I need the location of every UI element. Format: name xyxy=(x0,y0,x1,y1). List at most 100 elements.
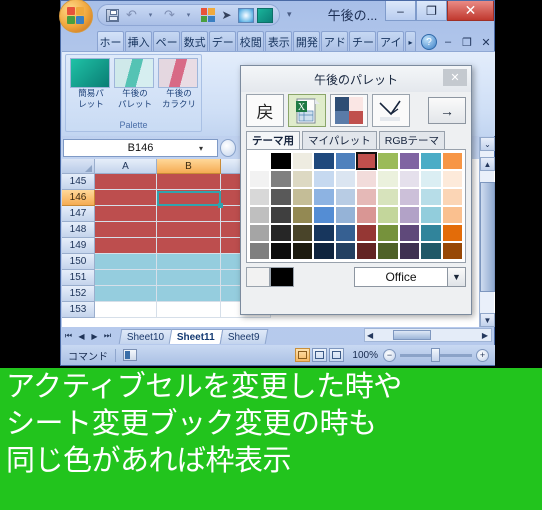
cell-a147[interactable] xyxy=(95,206,157,222)
footer-swatch-white[interactable] xyxy=(246,267,270,287)
chevron-down-icon[interactable]: ▼ xyxy=(447,268,465,286)
row-header-150[interactable]: 150 xyxy=(62,254,95,270)
select-all-corner[interactable] xyxy=(62,159,95,174)
palette-swatch-r2-c5[interactable] xyxy=(355,188,378,206)
cell-b152[interactable] xyxy=(157,286,221,302)
scroll-up-button[interactable]: ▲ xyxy=(480,157,495,171)
palette-swatch-r2-c1[interactable] xyxy=(270,188,292,206)
record-macro-icon[interactable] xyxy=(123,349,137,361)
palette-swatch-r5-c5[interactable] xyxy=(355,242,378,260)
zoom-slider-thumb[interactable] xyxy=(431,347,440,362)
minimize-button[interactable]: – xyxy=(385,1,416,21)
help-icon[interactable]: ? xyxy=(421,34,438,50)
last-sheet-button[interactable]: ⏭ xyxy=(101,329,114,343)
palette-swatch-r1-c2[interactable] xyxy=(291,170,314,188)
sheet-tab-sheet10[interactable]: Sheet10 xyxy=(118,328,173,344)
horizontal-scroll-thumb[interactable] xyxy=(393,330,432,340)
palette-swatch-r0-c8[interactable] xyxy=(420,152,442,170)
palette-swatch-r5-c8[interactable] xyxy=(420,242,442,260)
palette-swatch-r1-c6[interactable] xyxy=(377,170,399,188)
cell-a148[interactable] xyxy=(95,222,157,238)
cell-b145[interactable] xyxy=(157,174,221,190)
palette-swatch-r1-c7[interactable] xyxy=(398,170,421,188)
scroll-down-button[interactable]: ▼ xyxy=(480,313,495,327)
ribbon-tab-data[interactable]: デー xyxy=(209,31,237,52)
excel-sheet-icon-button[interactable]: X xyxy=(288,94,326,127)
dialog-forward-button[interactable]: → xyxy=(428,97,466,124)
dialog-tab-theme[interactable]: テーマ用 xyxy=(246,131,300,149)
vertical-scroll-thumb[interactable] xyxy=(480,182,495,292)
formula-bar-button[interactable] xyxy=(220,139,236,157)
palette-swatch-r2-c4[interactable] xyxy=(334,188,356,206)
name-box[interactable]: B146 ▾ xyxy=(63,139,218,157)
cell-a146[interactable] xyxy=(95,190,157,206)
zoom-out-button[interactable]: − xyxy=(383,348,396,362)
palette-swatch-r4-c6[interactable] xyxy=(377,224,399,242)
palette-swatch-r2-c2[interactable] xyxy=(291,188,314,206)
palette-swatch-r4-c2[interactable] xyxy=(291,224,314,242)
palette-swatch-r2-c7[interactable] xyxy=(398,188,421,206)
vertical-scrollbar[interactable]: ⌄ ▲ ▼ xyxy=(479,137,495,327)
palette-swatch-r0-c9[interactable] xyxy=(441,152,463,170)
cursor-arrow-icon[interactable]: ➤ xyxy=(218,7,235,24)
palette-swatch-r5-c3[interactable] xyxy=(313,242,335,260)
palette-swatch-r0-c7[interactable] xyxy=(398,152,421,170)
theme-color-palette[interactable] xyxy=(246,149,466,263)
row-header-146[interactable]: 146 xyxy=(62,190,95,206)
palette-grid-icon[interactable] xyxy=(199,7,216,24)
palette-swatch-r3-c4[interactable] xyxy=(334,206,356,224)
palette-swatch-r2-c0[interactable] xyxy=(249,188,271,206)
palette-swatch-r1-c0[interactable] xyxy=(249,170,271,188)
ribbon-tab-home[interactable]: ホー xyxy=(97,31,125,52)
color-quad-icon-button[interactable] xyxy=(330,94,368,127)
cell-a151[interactable] xyxy=(95,270,157,286)
palette-swatch-r3-c1[interactable] xyxy=(270,206,292,224)
first-sheet-button[interactable]: ⏮ xyxy=(62,329,75,343)
ribbon-tab-review[interactable]: 校閲 xyxy=(237,31,265,52)
palette-swatch-r5-c2[interactable] xyxy=(291,242,314,260)
next-sheet-button[interactable]: ▶ xyxy=(88,329,101,343)
palette-swatch-r0-c3[interactable] xyxy=(313,152,335,170)
palette-swatch-r4-c8[interactable] xyxy=(420,224,442,242)
palette-swatch-r0-c4[interactable] xyxy=(334,152,356,170)
page-break-view-button[interactable] xyxy=(329,348,345,362)
palette-swatch-r0-c0[interactable] xyxy=(249,152,271,170)
normal-view-button[interactable] xyxy=(295,348,311,362)
cell-b153[interactable] xyxy=(157,302,221,318)
palette-swatch-r5-c0[interactable] xyxy=(249,242,271,260)
palette-swatch-r0-c2[interactable] xyxy=(291,152,314,170)
palette-swatch-r5-c6[interactable] xyxy=(377,242,399,260)
undo-icon[interactable]: ↶ xyxy=(123,7,140,24)
palette-swatch-r3-c6[interactable] xyxy=(377,206,399,224)
palette-swatch-r1-c5[interactable] xyxy=(355,170,378,188)
ribbon-tab-developer[interactable]: 開発 xyxy=(293,31,321,52)
palette-swatch-r3-c5[interactable] xyxy=(355,206,378,224)
office-orb-button[interactable] xyxy=(59,0,93,33)
cell-a153[interactable] xyxy=(95,302,157,318)
row-header-145[interactable]: 145 xyxy=(62,174,95,190)
hscroll-left-button[interactable]: ◀ xyxy=(365,331,375,340)
palette-swatch-r4-c0[interactable] xyxy=(249,224,271,242)
palette-swatch-r0-c6[interactable] xyxy=(377,152,399,170)
teal-swatch-icon[interactable] xyxy=(256,7,273,24)
palette-swatch-r4-c3[interactable] xyxy=(313,224,335,242)
hscroll-right-button[interactable]: ▶ xyxy=(479,331,491,340)
ribbon-tab-view[interactable]: 表示 xyxy=(265,31,293,52)
check-mark-icon-button[interactable] xyxy=(372,94,410,127)
row-header-149[interactable]: 149 xyxy=(62,238,95,254)
dialog-tab-rgbtheme[interactable]: RGBテーマ xyxy=(378,131,446,149)
undo-dropdown-icon[interactable]: ▾ xyxy=(142,7,159,24)
ribbon-overflow-icon[interactable]: ▸ xyxy=(405,31,417,52)
dialog-close-button[interactable]: ✕ xyxy=(443,69,467,86)
cell-b149[interactable] xyxy=(157,238,221,254)
palette-swatch-r4-c7[interactable] xyxy=(398,224,421,242)
palette-button-gogo-karakuri[interactable]: 午後の カラクリ xyxy=(158,58,200,109)
palette-swatch-r4-c5[interactable] xyxy=(355,224,378,242)
palette-swatch-r1-c3[interactable] xyxy=(313,170,335,188)
row-header-147[interactable]: 147 xyxy=(62,206,95,222)
row-header-151[interactable]: 151 xyxy=(62,270,95,286)
ribbon-restore-icon[interactable]: ❐ xyxy=(459,36,475,49)
blue-swatch-icon[interactable] xyxy=(237,7,254,24)
cell-a150[interactable] xyxy=(95,254,157,270)
sheet-tab-sheet9[interactable]: Sheet9 xyxy=(219,328,269,344)
